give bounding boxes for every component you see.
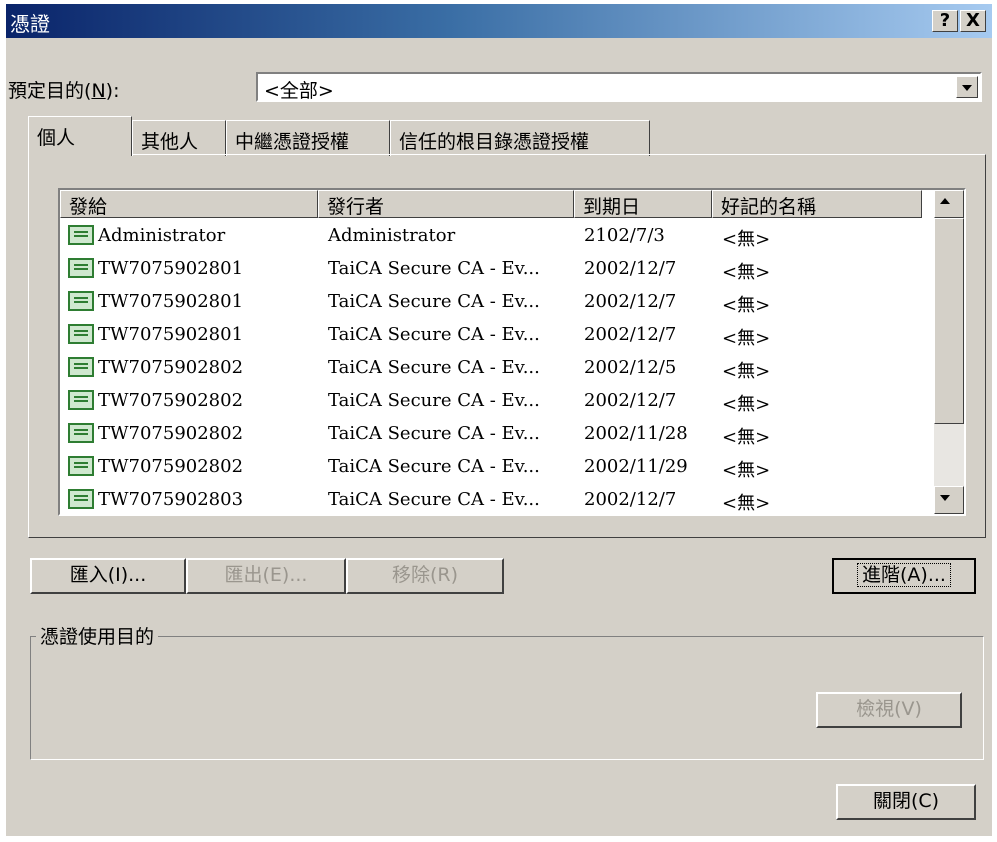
scroll-thumb[interactable] (934, 218, 964, 424)
certificate-icon (68, 390, 94, 410)
cell-issued-by: TaiCA Secure CA - Ev... (328, 390, 540, 411)
remove-button[interactable]: 移除(R) (346, 558, 504, 594)
cell-expiration: 2002/12/7 (584, 390, 677, 411)
cell-issued-to: TW7075902801 (98, 324, 244, 345)
cell-issued-by: TaiCA Secure CA - Ev... (328, 258, 540, 279)
certificate-icon (68, 225, 94, 245)
tab-intermediate-ca[interactable]: 中繼憑證授權 (226, 120, 390, 156)
tab-personal[interactable]: 個人 (28, 116, 132, 156)
cell-issued-to: TW7075902802 (98, 456, 244, 477)
certificate-list[interactable]: 發給 發行者 到期日 好記的名稱 Administrator Administr… (58, 188, 966, 516)
vertical-scrollbar[interactable] (934, 190, 964, 514)
certificate-icon (68, 423, 94, 443)
cell-friendly-name: <無> (722, 328, 771, 349)
table-row[interactable]: TW7075902802 TaiCA Secure CA - Ev... 200… (60, 451, 930, 484)
certificate-icon (68, 489, 94, 509)
table-row[interactable]: TW7075902803 TaiCA Secure CA - Ev... 200… (60, 484, 930, 514)
tab-others[interactable]: 其他人 (132, 120, 226, 156)
cell-issued-to: Administrator (98, 225, 226, 246)
export-button[interactable]: 匯出(E)... (186, 558, 346, 594)
table-row[interactable]: TW7075902802 TaiCA Secure CA - Ev... 200… (60, 385, 930, 418)
scroll-up-arrow-icon (940, 198, 950, 204)
certificate-icon (68, 258, 94, 278)
cell-expiration: 2002/12/7 (584, 489, 677, 510)
table-row[interactable]: TW7075902801 TaiCA Secure CA - Ev... 200… (60, 319, 930, 352)
cell-issued-by: TaiCA Secure CA - Ev... (328, 423, 540, 444)
cell-expiration: 2002/11/28 (584, 423, 688, 444)
cell-issued-to: TW7075902801 (98, 291, 244, 312)
column-header-issued-to[interactable]: 發給 (60, 190, 318, 218)
cell-issued-to: TW7075902803 (98, 489, 244, 510)
advanced-button-label: 進階(A)... (857, 563, 951, 587)
table-row[interactable]: TW7075902802 TaiCA Secure CA - Ev... 200… (60, 352, 930, 385)
purpose-dropdown[interactable]: <全部> (256, 72, 982, 102)
cell-expiration: 2102/7/3 (584, 225, 665, 246)
close-button[interactable]: 關閉(C) (836, 784, 976, 820)
certificate-icon (68, 456, 94, 476)
scroll-down-arrow-icon (940, 495, 950, 501)
cell-expiration: 2002/12/5 (584, 357, 677, 378)
cell-friendly-name: <無> (722, 394, 771, 415)
cell-friendly-name: <無> (722, 493, 771, 514)
title-bar: 憑證 ? X (6, 4, 992, 38)
view-button[interactable]: 檢視(V) (816, 692, 962, 728)
cell-issued-to: TW7075902801 (98, 258, 244, 279)
table-row[interactable]: TW7075902802 TaiCA Secure CA - Ev... 200… (60, 418, 930, 451)
chevron-down-icon (962, 85, 972, 91)
cell-friendly-name: <無> (722, 295, 771, 316)
cell-expiration: 2002/11/29 (584, 456, 688, 477)
table-row[interactable]: TW7075902801 TaiCA Secure CA - Ev... 200… (60, 286, 930, 319)
purpose-label: 預定目的(N): (8, 80, 120, 102)
cell-friendly-name: <無> (722, 229, 771, 250)
advanced-button[interactable]: 進階(A)... (832, 558, 976, 594)
certificate-icon (68, 357, 94, 377)
certificate-icon (68, 291, 94, 311)
certificate-icon (68, 324, 94, 344)
cell-issued-to: TW7075902802 (98, 390, 244, 411)
column-header-issued-by[interactable]: 發行者 (318, 190, 574, 218)
cell-friendly-name: <無> (722, 427, 771, 448)
certificate-purposes-label: 憑證使用目的 (36, 622, 159, 649)
cell-issued-by: TaiCA Secure CA - Ev... (328, 456, 540, 477)
cell-issued-by: TaiCA Secure CA - Ev... (328, 357, 540, 378)
tab-trusted-root-ca[interactable]: 信任的根目錄憑證授權 (390, 120, 650, 156)
column-header-friendly-name[interactable]: 好記的名稱 (712, 190, 922, 218)
column-header-expiration[interactable]: 到期日 (574, 190, 712, 218)
cell-friendly-name: <無> (722, 460, 771, 481)
purpose-value: <全部> (264, 80, 334, 102)
cell-issued-to: TW7075902802 (98, 423, 244, 444)
cell-expiration: 2002/12/7 (584, 291, 677, 312)
window-title: 憑證 (10, 12, 50, 36)
scroll-up-button[interactable] (934, 190, 964, 218)
import-button[interactable]: 匯入(I)... (30, 558, 186, 594)
cell-friendly-name: <無> (722, 361, 771, 382)
cell-friendly-name: <無> (722, 262, 771, 283)
table-row[interactable]: Administrator Administrator 2102/7/3 <無> (60, 220, 930, 253)
cell-issued-to: TW7075902802 (98, 357, 244, 378)
cell-issued-by: TaiCA Secure CA - Ev... (328, 489, 540, 510)
help-button[interactable]: ? (932, 10, 958, 32)
cell-issued-by: Administrator (328, 225, 456, 246)
certificates-dialog: 憑證 ? X 預定目的(N): <全部> 個人 其他人 中繼憑證授權 信任的根目… (6, 4, 992, 836)
table-row[interactable]: TW7075902801 TaiCA Secure CA - Ev... 200… (60, 253, 930, 286)
cell-issued-by: TaiCA Secure CA - Ev... (328, 324, 540, 345)
cell-expiration: 2002/12/7 (584, 324, 677, 345)
cell-issued-by: TaiCA Secure CA - Ev... (328, 291, 540, 312)
scroll-down-button[interactable] (934, 486, 964, 514)
close-window-button[interactable]: X (960, 10, 986, 32)
dropdown-button[interactable] (956, 76, 978, 98)
cell-expiration: 2002/12/7 (584, 258, 677, 279)
